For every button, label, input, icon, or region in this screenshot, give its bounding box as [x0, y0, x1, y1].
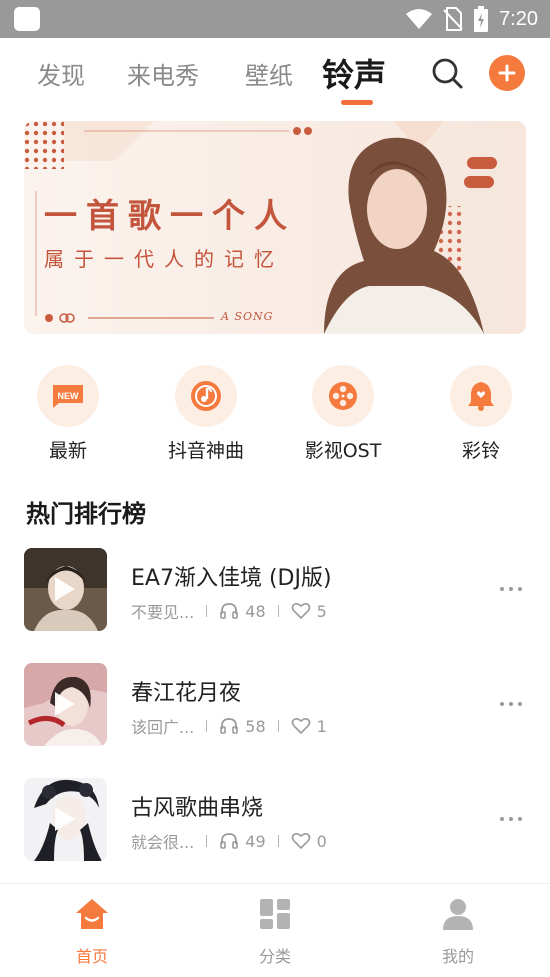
headphones-icon [219, 832, 239, 850]
more-options-icon[interactable] [500, 817, 522, 823]
bell-icon [468, 382, 494, 411]
list-item[interactable]: 古风歌曲串烧 就会很... 49 0 [0, 778, 550, 862]
divider [277, 605, 279, 617]
divider [277, 720, 279, 732]
battery-charging-icon [474, 6, 489, 32]
svg-text:NEW: NEW [58, 391, 80, 401]
song-artist: 该回广... [131, 718, 195, 737]
category-ringback[interactable]: 彩铃 [431, 365, 531, 463]
play-icon [55, 807, 75, 831]
list-item[interactable]: 春江花月夜 该回广... 58 1 [0, 663, 550, 747]
wifi-icon [406, 9, 433, 29]
like-count: 5 [316, 601, 327, 621]
heart-icon[interactable] [291, 832, 311, 850]
section-title-hot-charts: 热门排行榜 [26, 500, 146, 528]
user-icon [443, 899, 473, 930]
song-artist: 不要见... [131, 603, 195, 622]
list-item[interactable]: EA7渐入佳境 (DJ版) 不要见... 48 5 [0, 548, 550, 632]
category-douyin[interactable]: 抖音神曲 [156, 365, 256, 463]
divider [206, 835, 208, 847]
song-cover[interactable] [24, 548, 107, 631]
new-icon: NEW [53, 385, 83, 408]
category-label: 抖音神曲 [167, 440, 244, 462]
app-notification-icon [14, 7, 40, 31]
banner-tag: A SONG [221, 310, 274, 323]
nav-profile[interactable]: 我的 [418, 896, 498, 967]
song-title: 春江花月夜 [131, 681, 242, 706]
play-icon [55, 577, 75, 601]
more-options-icon[interactable] [500, 702, 522, 708]
no-sim-icon [443, 7, 463, 31]
category-film-ost[interactable]: 影视OST [293, 365, 393, 463]
listen-count: 58 [245, 716, 266, 736]
song-cover[interactable] [24, 778, 107, 861]
divider [206, 605, 208, 617]
tab-caller-show[interactable]: 来电秀 [127, 56, 199, 91]
nav-label: 分类 [258, 947, 291, 966]
promo-banner[interactable]: 一首歌一个人 属于一代人的记忆 A SONG [24, 121, 526, 334]
tab-ringtone[interactable]: 铃声 [322, 50, 386, 96]
bottom-nav: 首页 分类 我的 [0, 883, 550, 977]
add-button[interactable] [489, 55, 525, 91]
song-title: EA7渐入佳境 (DJ版) [131, 566, 332, 591]
category-label: 影视OST [304, 440, 382, 462]
headphones-icon [219, 602, 239, 620]
heart-icon[interactable] [291, 717, 311, 735]
nav-home[interactable]: 首页 [52, 896, 132, 967]
grid-icon [260, 899, 290, 929]
film-reel-icon [329, 382, 357, 410]
nav-categories[interactable]: 分类 [235, 896, 315, 967]
search-icon [432, 58, 463, 89]
status-time: 7:20 [499, 7, 538, 30]
category-label: 彩铃 [461, 440, 500, 462]
listen-count: 49 [245, 831, 266, 851]
nav-label: 首页 [75, 947, 108, 966]
category-label: 最新 [48, 440, 87, 462]
nav-label: 我的 [441, 947, 474, 966]
status-bar: 7:20 [0, 0, 550, 38]
divider [277, 835, 279, 847]
like-count: 1 [316, 716, 327, 736]
more-options-icon[interactable] [500, 587, 522, 593]
divider [206, 720, 208, 732]
song-cover[interactable] [24, 663, 107, 746]
tab-wallpaper[interactable]: 壁纸 [245, 56, 293, 91]
heart-icon[interactable] [291, 602, 311, 620]
listen-count: 48 [245, 601, 266, 621]
song-title: 古风歌曲串烧 [131, 796, 264, 821]
search-button[interactable] [430, 56, 464, 90]
banner-title: 一首歌一个人 [44, 196, 296, 235]
category-latest[interactable]: NEW 最新 [18, 365, 118, 463]
like-count: 0 [316, 831, 327, 851]
banner-subtitle: 属于一代人的记忆 [44, 247, 284, 271]
play-icon [55, 692, 75, 716]
plus-icon [498, 64, 516, 82]
home-icon [76, 899, 108, 929]
tab-discover[interactable]: 发现 [37, 56, 85, 91]
active-tab-indicator [341, 100, 373, 105]
song-artist: 就会很... [131, 833, 195, 852]
music-note-icon [191, 381, 221, 411]
headphones-icon [219, 717, 239, 735]
top-nav: 发现 来电秀 壁纸 铃声 [0, 38, 550, 118]
